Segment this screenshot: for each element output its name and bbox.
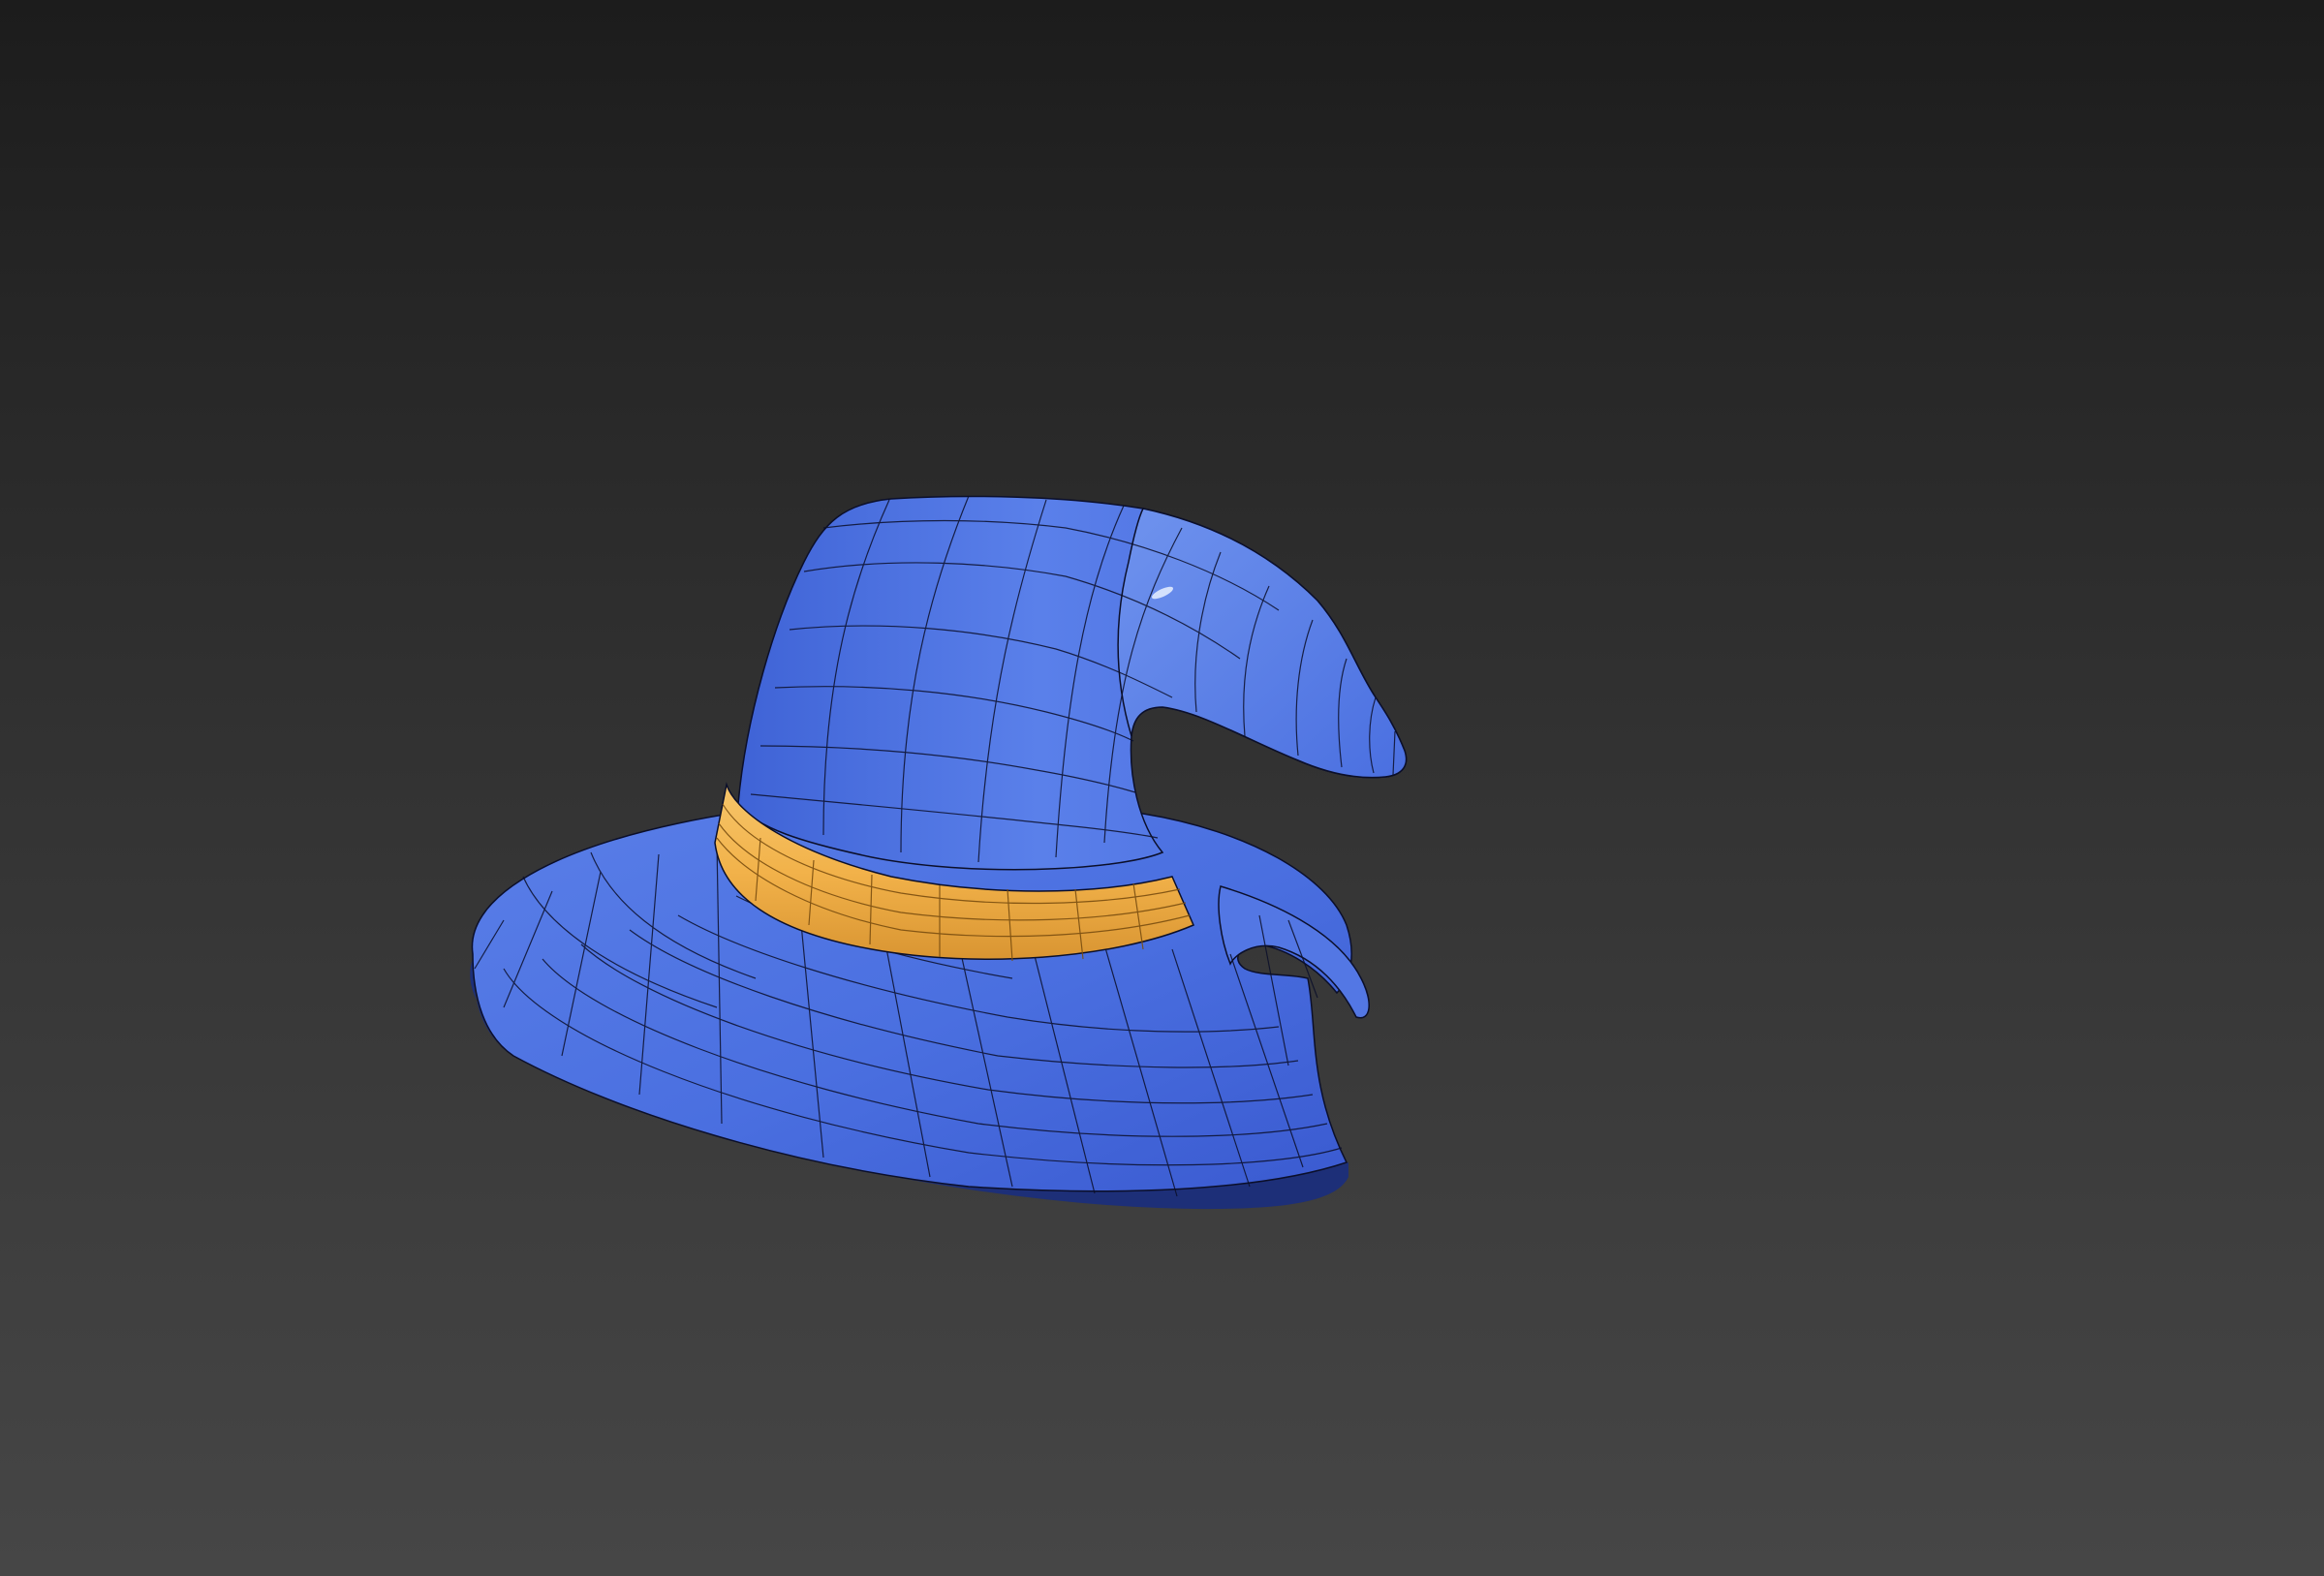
hat-tip xyxy=(1117,508,1408,779)
3d-viewport[interactable] xyxy=(0,0,2324,1576)
wizard-hat-model[interactable] xyxy=(0,0,2324,1576)
